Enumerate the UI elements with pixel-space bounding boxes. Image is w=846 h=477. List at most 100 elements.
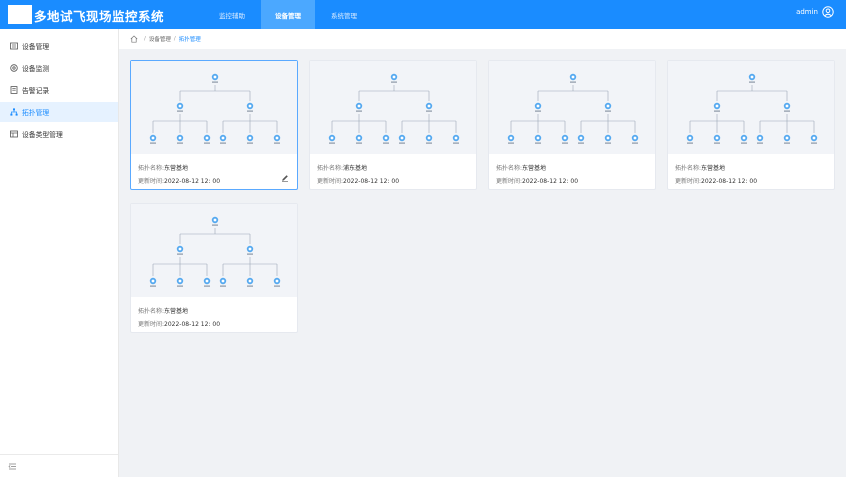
topology-card[interactable]: 拓扑名称: 东营基地 更新时间: 2022-08-12 12: 00 xyxy=(130,60,298,190)
sidebar-divider xyxy=(0,454,118,455)
switch-node-icon xyxy=(534,102,542,112)
device-node-icon xyxy=(604,134,612,144)
device-node-icon xyxy=(452,134,460,144)
card-info: 拓扑名称: 东营基地 更新时间: 2022-08-12 12: 00 xyxy=(496,162,651,188)
root-node-icon xyxy=(211,216,219,226)
device-node-icon xyxy=(203,277,211,287)
switch-node-icon xyxy=(783,102,791,112)
top-header: 多地试飞现场监控系统 监控辅助 设备管理 系统管理 admin xyxy=(0,0,846,29)
sidebar-item-device-management[interactable]: 设备管理 xyxy=(0,36,118,56)
switch-node-icon xyxy=(355,102,363,112)
update-time: 2022-08-12 12: 00 xyxy=(701,178,758,185)
username: admin xyxy=(796,8,818,16)
topology-tree-graphic xyxy=(149,216,281,287)
card-info: 拓扑名称: 东营基地 更新时间: 2022-08-12 12: 00 xyxy=(138,162,293,188)
nav-device-management[interactable]: 设备管理 xyxy=(261,0,315,29)
device-node-icon xyxy=(740,134,748,144)
device-node-icon xyxy=(425,134,433,144)
device-node-icon xyxy=(149,134,157,144)
device-node-icon xyxy=(713,134,721,144)
switch-node-icon xyxy=(713,102,721,112)
sidebar-item-label: 设备管理 xyxy=(22,43,50,51)
app-title: 多地试飞现场监控系统 xyxy=(34,9,165,24)
device-node-icon xyxy=(219,134,227,144)
card-info: 拓扑名称: 东营基地 更新时间: 2022-08-12 12: 00 xyxy=(675,162,830,188)
top-nav: 监控辅助 设备管理 系统管理 xyxy=(205,0,371,29)
switch-node-icon xyxy=(246,245,254,255)
update-time: 2022-08-12 12: 00 xyxy=(164,321,221,328)
update-time: 2022-08-12 12: 00 xyxy=(522,178,579,185)
update-time: 2022-08-12 12: 00 xyxy=(343,178,400,185)
alarm-record-icon xyxy=(10,86,18,94)
device-type-icon xyxy=(10,130,18,138)
device-node-icon xyxy=(273,277,281,287)
update-time-label: 更新时间: xyxy=(317,178,344,185)
topology-name: 浦东基地 xyxy=(343,165,368,172)
home-icon[interactable] xyxy=(130,35,138,43)
sidebar-item-device-monitoring[interactable]: 设备监测 xyxy=(0,58,118,78)
topology-card[interactable]: 拓扑名称: 东营基地 更新时间: 2022-08-12 12: 00 xyxy=(488,60,656,190)
topology-name-label: 拓扑名称: xyxy=(317,165,344,172)
topology-diagram xyxy=(131,204,297,297)
breadcrumb-current: 拓扑管理 xyxy=(178,37,201,43)
topology-name-label: 拓扑名称: xyxy=(675,165,702,172)
topology-icon xyxy=(10,108,18,116)
topology-name-label: 拓扑名称: xyxy=(496,165,523,172)
switch-node-icon xyxy=(246,102,254,112)
device-node-icon xyxy=(534,134,542,144)
switch-node-icon xyxy=(425,102,433,112)
sidebar: 设备管理 设备监测 告警记录 拓扑管理 设备类型管理 xyxy=(0,29,119,477)
device-node-icon xyxy=(756,134,764,144)
topology-card[interactable]: 拓扑名称: 东营基地 更新时间: 2022-08-12 12: 00 xyxy=(667,60,835,190)
logo xyxy=(8,5,32,24)
device-node-icon xyxy=(686,134,694,144)
root-node-icon xyxy=(569,73,577,83)
device-icon xyxy=(10,42,18,50)
device-node-icon xyxy=(246,134,254,144)
device-node-icon xyxy=(203,134,211,144)
root-node-icon xyxy=(390,73,398,83)
device-node-icon xyxy=(382,134,390,144)
nav-system-management[interactable]: 系统管理 xyxy=(317,0,371,29)
user-menu[interactable]: admin xyxy=(796,6,834,18)
topology-name: 东营基地 xyxy=(164,308,189,315)
user-avatar-icon xyxy=(822,6,834,18)
breadcrumb-device-management[interactable]: 设备管理 xyxy=(149,35,171,43)
update-time-label: 更新时间: xyxy=(138,178,165,185)
topology-tree-graphic xyxy=(507,73,639,144)
switch-node-icon xyxy=(176,102,184,112)
device-node-icon xyxy=(328,134,336,144)
device-node-icon xyxy=(176,277,184,287)
breadcrumb: / 设备管理 / 拓扑管理 xyxy=(119,29,846,49)
topology-card[interactable]: 拓扑名称: 东营基地 更新时间: 2022-08-12 12: 00 xyxy=(130,203,298,333)
device-node-icon xyxy=(783,134,791,144)
topology-name-label: 拓扑名称: xyxy=(138,308,165,315)
topology-name: 东营基地 xyxy=(701,165,726,172)
sidebar-item-alarm-records[interactable]: 告警记录 xyxy=(0,80,118,100)
topology-diagram xyxy=(131,61,297,154)
device-node-icon xyxy=(219,277,227,287)
sidebar-item-topology-management[interactable]: 拓扑管理 xyxy=(0,102,118,122)
monitor-icon xyxy=(10,64,18,72)
breadcrumb-separator: / xyxy=(144,36,146,42)
menu-collapse-icon[interactable] xyxy=(8,462,17,471)
topology-card[interactable]: 拓扑名称: 浦东基地 更新时间: 2022-08-12 12: 00 xyxy=(309,60,477,190)
sidebar-item-device-type-management[interactable]: 设备类型管理 xyxy=(0,124,118,144)
update-time-label: 更新时间: xyxy=(675,178,702,185)
device-node-icon xyxy=(149,277,157,287)
breadcrumb-separator: / xyxy=(173,36,176,42)
device-node-icon xyxy=(176,134,184,144)
device-node-icon xyxy=(507,134,515,144)
topology-diagram xyxy=(668,61,834,154)
root-node-icon xyxy=(211,73,219,83)
update-time-label: 更新时间: xyxy=(138,321,165,328)
nav-monitor-assist[interactable]: 监控辅助 xyxy=(205,0,259,29)
sidebar-item-label: 设备类型管理 xyxy=(22,131,63,139)
sidebar-item-label: 告警记录 xyxy=(22,87,50,95)
device-node-icon xyxy=(810,134,818,144)
edit-icon[interactable] xyxy=(281,174,289,182)
topology-tree-graphic xyxy=(328,73,460,144)
device-node-icon xyxy=(631,134,639,144)
sidebar-item-label: 设备监测 xyxy=(22,65,50,73)
device-node-icon xyxy=(355,134,363,144)
